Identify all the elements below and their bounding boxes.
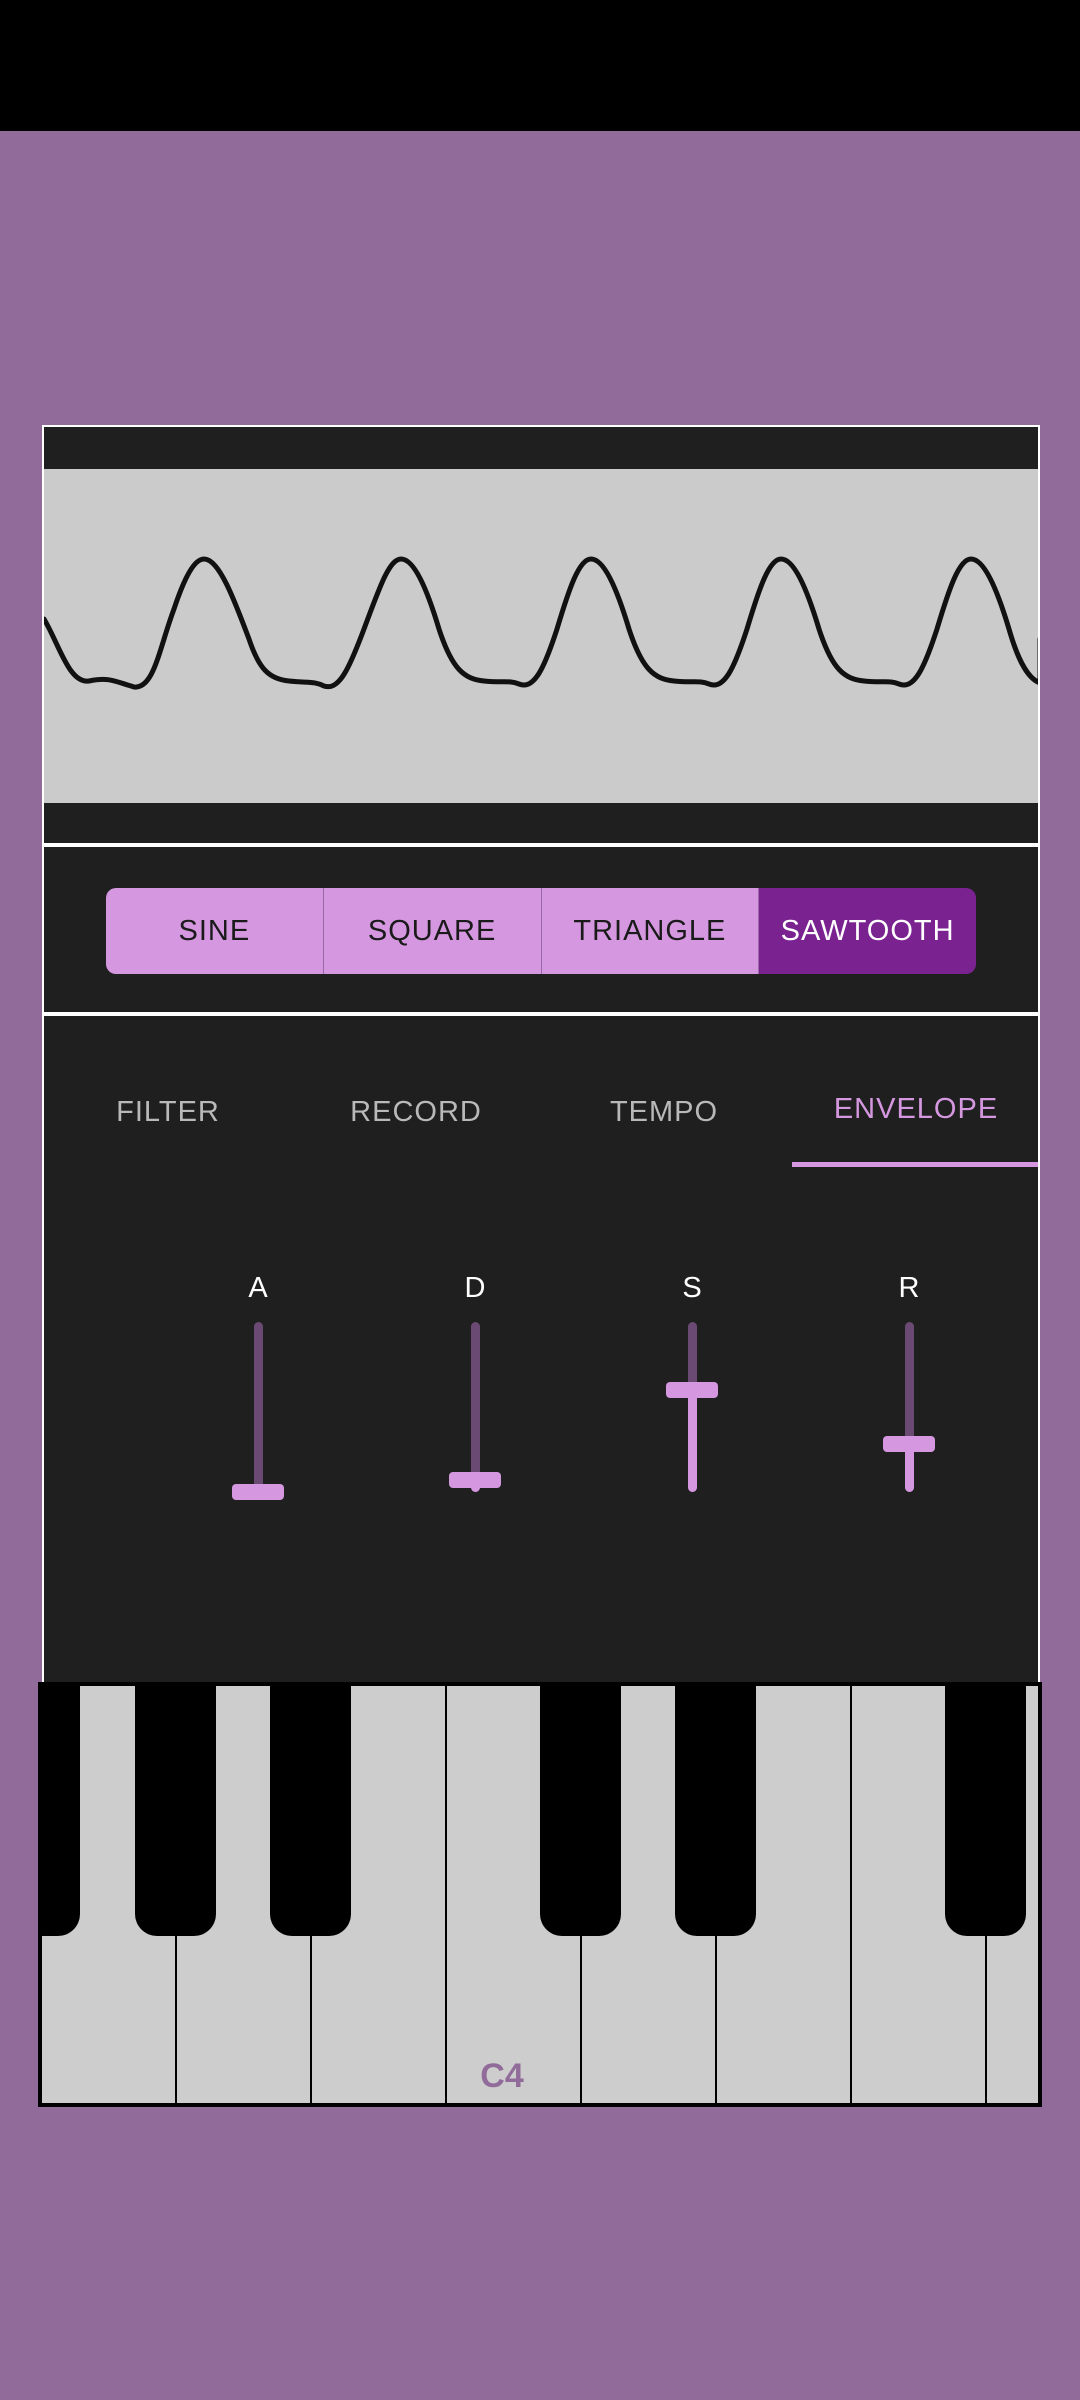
waveform-line <box>44 556 1038 690</box>
tab-tempo[interactable]: TEMPO <box>540 1057 788 1167</box>
wave-square-button[interactable]: SQUARE <box>323 888 542 974</box>
attack-slider-track[interactable] <box>254 1322 263 1492</box>
sustain-slider-fill <box>688 1390 697 1492</box>
waveform-top-band <box>44 427 1038 469</box>
wave-sawtooth-button[interactable]: SAWTOOTH <box>759 888 976 974</box>
attack-slider-thumb[interactable] <box>232 1484 284 1500</box>
sustain-slider-thumb[interactable] <box>666 1382 718 1398</box>
waveform-plot <box>44 556 1038 690</box>
tab-envelope[interactable]: ENVELOPE <box>792 1057 1038 1167</box>
piano-black-key[interactable] <box>945 1686 1026 1936</box>
waveform-selector: SINE SQUARE TRIANGLE SAWTOOTH <box>106 888 976 974</box>
divider <box>44 843 1038 847</box>
attack-label: A <box>248 1272 268 1304</box>
status-bar <box>0 0 1080 131</box>
release-label: R <box>898 1272 920 1304</box>
sustain-slider-track[interactable] <box>688 1322 697 1492</box>
piano-black-key[interactable] <box>135 1686 216 1936</box>
synth-panel: SINE SQUARE TRIANGLE SAWTOOTH FILTER REC… <box>42 425 1040 1685</box>
tab-record[interactable]: RECORD <box>292 1057 540 1167</box>
octave-label: C4 <box>480 2057 524 2095</box>
piano-black-key[interactable] <box>675 1686 756 1936</box>
waveform-display <box>44 469 1038 803</box>
release-slider-thumb[interactable] <box>883 1436 935 1452</box>
decay-slider-track[interactable] <box>471 1322 480 1492</box>
piano-black-key[interactable] <box>42 1686 80 1936</box>
piano-black-key[interactable] <box>540 1686 621 1936</box>
decay-label: D <box>464 1272 486 1304</box>
piano-black-key[interactable] <box>270 1686 351 1936</box>
tab-filter[interactable]: FILTER <box>44 1057 292 1167</box>
divider <box>44 1012 1038 1016</box>
piano-keyboard: C4 <box>38 1682 1042 2107</box>
sustain-label: S <box>682 1272 702 1304</box>
decay-slider-thumb[interactable] <box>449 1472 501 1488</box>
release-slider-track[interactable] <box>905 1322 914 1492</box>
wave-sine-button[interactable]: SINE <box>106 888 324 974</box>
tab-bar: FILTER RECORD TEMPO ENVELOPE <box>44 1057 1038 1167</box>
wave-triangle-button[interactable]: TRIANGLE <box>541 888 760 974</box>
